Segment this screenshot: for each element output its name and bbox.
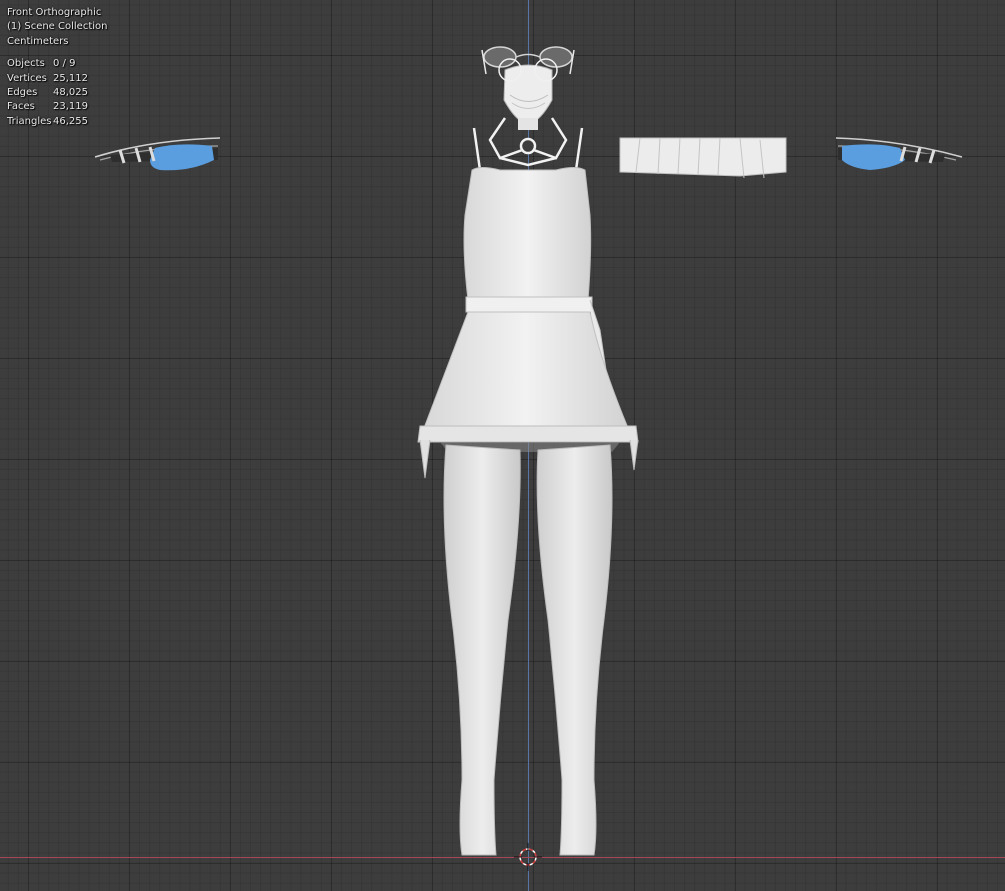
left-glove [94,137,221,171]
stat-label: Vertices [7,72,47,84]
3d-viewport[interactable]: Front Orthographic (1) Scene Collection … [0,0,1005,891]
stat-label: Faces [7,101,35,113]
stat-value: 48,025 [53,87,88,99]
stat-label: Triangles [7,115,52,127]
stat-faces: Faces 23,119 [7,100,107,114]
skirt-hem [417,425,639,443]
viewport-info-overlay: Front Orthographic (1) Scene Collection … [7,6,107,129]
collection-name: (1) Scene Collection [7,21,108,33]
unit-system: Centimeters [7,35,69,47]
stat-value: 0 / 9 [53,58,76,70]
stat-value: 46,255 [53,115,88,127]
stat-label: Edges [7,87,38,99]
stat-vertices: Vertices 25,112 [7,72,107,86]
torso [463,167,592,301]
stat-value: 23,119 [53,101,88,113]
stat-triangles: Triangles 46,255 [7,115,107,129]
head-mask [503,64,553,130]
view-name: Front Orthographic [7,7,102,18]
arm-sleeve [619,137,787,179]
character-model[interactable] [0,0,1005,891]
stat-edges: Edges 48,025 [7,86,107,100]
right-leg [536,444,613,856]
stat-value: 25,112 [53,72,88,84]
3d-cursor-icon[interactable] [514,843,542,871]
right-glove [835,137,963,170]
waist-band [465,296,593,313]
left-leg [443,444,521,856]
stat-objects: Objects 0 / 9 [7,57,107,71]
stat-label: Objects [7,58,45,70]
